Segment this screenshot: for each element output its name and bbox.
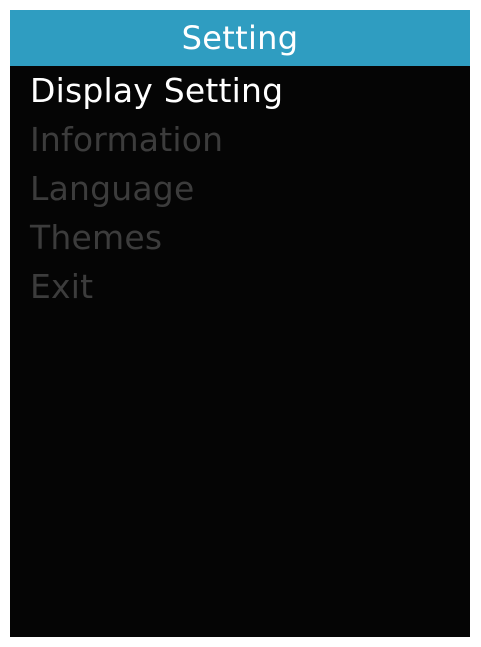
page-title: Setting [10,10,470,66]
menu-item-display-setting[interactable]: Display Setting [30,66,470,115]
menu-item-information[interactable]: Information [30,115,470,164]
menu-item-exit[interactable]: Exit [30,262,470,311]
menu-item-themes[interactable]: Themes [30,213,470,262]
menu-item-language[interactable]: Language [30,164,470,213]
settings-menu: Display Setting Information Language The… [10,66,470,311]
settings-screen: Setting Display Setting Information Lang… [10,10,470,637]
